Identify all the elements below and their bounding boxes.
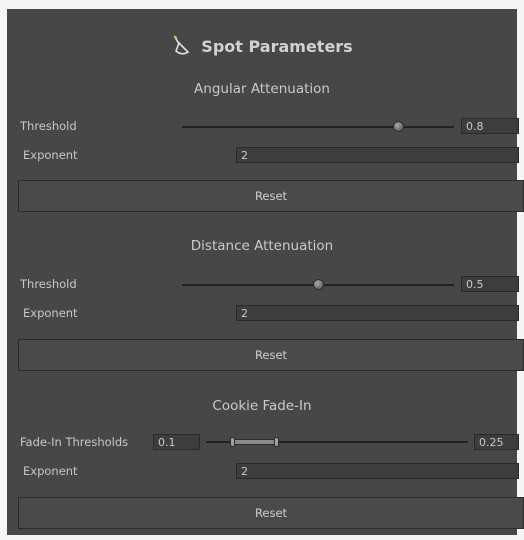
- distance-threshold-field[interactable]: [461, 276, 519, 292]
- angular-exponent-field[interactable]: [236, 147, 519, 163]
- cookie-exponent-label: Exponent: [23, 464, 78, 478]
- spotlight-icon: [173, 35, 190, 55]
- spot-parameters-panel: Spot Parameters Angular Attenuation Thre…: [7, 9, 524, 535]
- distance-threshold-label: Threshold: [20, 277, 77, 291]
- angular-exponent-label: Exponent: [23, 148, 78, 162]
- angular-threshold-label: Threshold: [20, 119, 77, 133]
- fade-in-thresholds-label: Fade-In Thresholds: [20, 435, 129, 449]
- distance-reset-button[interactable]: Reset: [18, 339, 524, 371]
- cookie-fade-in-header: Cookie Fade-In: [212, 398, 312, 414]
- fade-in-max-field[interactable]: [474, 434, 519, 450]
- fade-in-min-handle[interactable]: [230, 437, 235, 447]
- cookie-reset-button[interactable]: Reset: [18, 497, 524, 529]
- distance-threshold-thumb[interactable]: [313, 279, 324, 290]
- angular-threshold-field[interactable]: [461, 118, 519, 134]
- distance-exponent-field[interactable]: [236, 305, 519, 321]
- fade-in-range-bar[interactable]: [231, 439, 278, 445]
- distance-attenuation-header: Distance Attenuation: [190, 238, 334, 254]
- angular-attenuation-header: Angular Attenuation: [194, 81, 330, 97]
- panel-title-text: Spot Parameters: [201, 36, 353, 56]
- angular-threshold-track[interactable]: [182, 126, 454, 128]
- angular-threshold-thumb[interactable]: [393, 121, 404, 132]
- distance-exponent-label: Exponent: [23, 306, 78, 320]
- fade-in-max-handle[interactable]: [274, 437, 279, 447]
- cookie-exponent-field[interactable]: [236, 463, 519, 479]
- fade-in-min-field[interactable]: [153, 434, 200, 450]
- angular-reset-button[interactable]: Reset: [18, 180, 524, 212]
- panel-title: Spot Parameters: [7, 35, 517, 57]
